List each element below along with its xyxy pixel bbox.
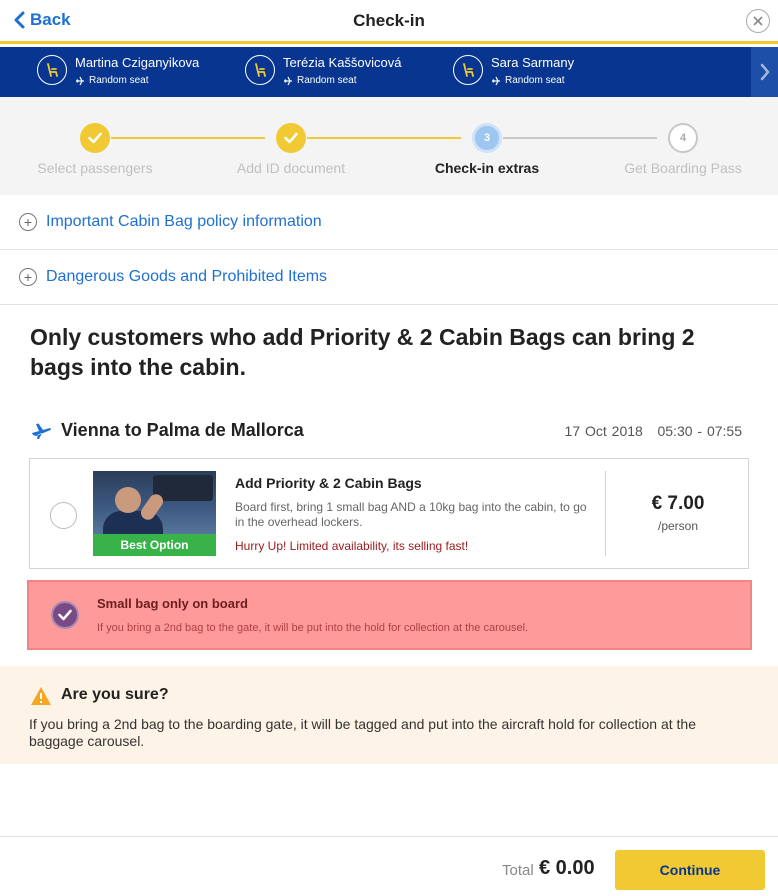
- plane-icon: [32, 423, 51, 439]
- passenger-seat: Random seat: [75, 75, 148, 86]
- close-icon: [753, 16, 763, 26]
- priority-option-image: Best Option: [93, 471, 216, 556]
- checkmark-icon: [88, 132, 102, 144]
- step-2-done: [276, 123, 306, 153]
- priority-headline: Only customers who add Priority & 2 Cabi…: [30, 324, 695, 380]
- cabin-bag-policy-accordion[interactable]: + Important Cabin Bag policy information: [0, 195, 778, 250]
- plane-icon: [284, 76, 292, 85]
- step-1-done: [80, 123, 110, 153]
- step-3-active: 3: [472, 123, 502, 153]
- step-label-active: Check-in extras: [434, 160, 540, 176]
- small-bag-option-radio[interactable]: [51, 601, 79, 629]
- flight-datetime: 17 Oct 2018 05:30 - 07:55: [565, 423, 742, 439]
- route-name: Vienna to Palma de Mallorca: [61, 420, 304, 440]
- continue-button[interactable]: Continue: [615, 850, 765, 890]
- close-button[interactable]: [746, 9, 770, 33]
- option-description: Board first, bring 1 small bag AND a 10k…: [235, 500, 587, 529]
- flight-time: 05:30 - 07:55: [657, 423, 742, 439]
- seat-icon: [453, 55, 483, 85]
- checkmark-icon: [58, 609, 72, 621]
- passenger-seat: Random seat: [283, 75, 356, 86]
- passenger-name: Terézia Kaššovicová: [283, 55, 402, 70]
- best-option-badge: Best Option: [93, 534, 216, 556]
- warning-title: Are you sure?: [61, 686, 169, 703]
- option-title: Small bag only on board: [97, 596, 248, 611]
- step-4-future: 4: [668, 123, 698, 153]
- step-connector: [111, 137, 265, 139]
- seat-icon: [37, 55, 67, 85]
- option-title: Add Priority & 2 Cabin Bags: [235, 475, 422, 491]
- step-connector: [503, 137, 657, 139]
- priority-option-radio[interactable]: [50, 502, 77, 529]
- step-label: Select passengers: [37, 160, 153, 176]
- top-bar: Back Check-in: [0, 0, 778, 44]
- step-connector: [307, 137, 461, 139]
- passenger-seat-label: Random seat: [89, 75, 149, 86]
- option-price: € 7.00: [651, 493, 705, 514]
- flight-date: 17 Oct 2018: [564, 423, 643, 439]
- passenger-bar: Martina Cziganyikova Random seat Terézia…: [0, 47, 778, 97]
- priority-option-card[interactable]: Best Option Add Priority & 2 Cabin Bags …: [29, 458, 749, 569]
- accordion-label: Dangerous Goods and Prohibited Items: [46, 268, 328, 285]
- total-label: Total: [502, 862, 534, 879]
- plane-icon: [76, 76, 84, 85]
- page-title: Check-in: [353, 11, 425, 30]
- passenger-seat: Random seat: [491, 75, 564, 86]
- passenger-seat-label: Random seat: [505, 75, 565, 86]
- step-label: Get Boarding Pass: [624, 160, 742, 176]
- plus-icon: +: [19, 213, 37, 231]
- step-label: Add ID document: [236, 160, 346, 176]
- warning-panel: Are you sure? If you bring a 2nd bag to …: [0, 666, 778, 764]
- warning-text: If you bring a 2nd bag to the boarding g…: [29, 716, 696, 749]
- chevron-right-icon: [760, 63, 770, 81]
- passenger-name: Sara Sarmany: [491, 55, 575, 70]
- flight-route: Vienna to Palma de Mallorca 17 Oct 2018 …: [30, 418, 742, 444]
- total-value: € 0.00: [539, 857, 595, 879]
- option-urgency: Hurry Up! Limited availability, its sell…: [235, 539, 469, 553]
- option-description: If you bring a 2nd bag to the gate, it w…: [97, 622, 529, 634]
- passenger-seat-label: Random seat: [297, 75, 357, 86]
- footer-bar: Total € 0.00 Continue: [0, 836, 778, 896]
- next-passengers-button[interactable]: [751, 47, 778, 97]
- checkin-progress: 3 4 Select passengers Add ID document Ch…: [0, 97, 778, 195]
- option-price-unit: /person: [657, 519, 699, 533]
- plus-icon: +: [19, 268, 37, 286]
- dangerous-goods-accordion[interactable]: + Dangerous Goods and Prohibited Items: [0, 250, 778, 305]
- passenger-name: Martina Cziganyikova: [75, 55, 200, 70]
- checkmark-icon: [284, 132, 298, 144]
- small-bag-option-card[interactable]: Small bag only on board If you bring a 2…: [27, 580, 752, 650]
- plane-icon: [492, 76, 500, 85]
- accordion-label: Important Cabin Bag policy information: [46, 213, 322, 230]
- seat-icon: [245, 55, 275, 85]
- warning-icon: [31, 687, 51, 705]
